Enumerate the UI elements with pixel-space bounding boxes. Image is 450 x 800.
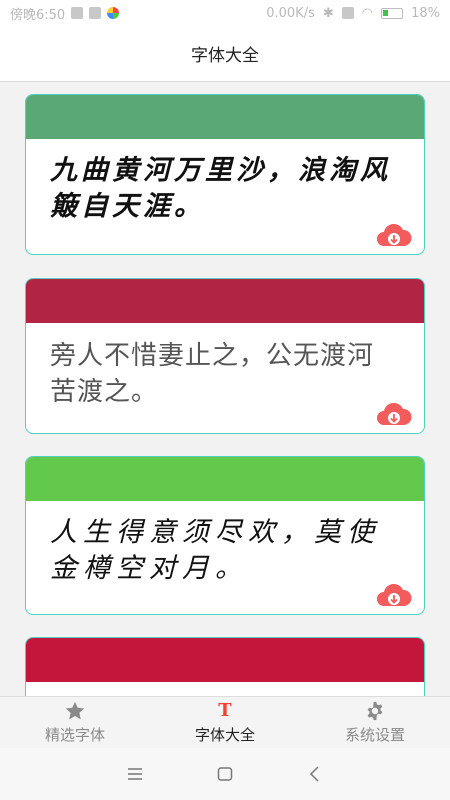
status-time: 傍晚6:50 — [10, 7, 66, 23]
wifi-icon: ◠ — [361, 5, 374, 21]
font-card-header — [26, 95, 424, 139]
gear-icon — [364, 700, 386, 722]
font-list[interactable]: 九曲黄河万里沙，浪淘风簸自天涯。 旁人不惜妻止之，公无渡河苦渡之。 人生得意须尽… — [0, 83, 450, 696]
battery-percent: 18% — [411, 5, 440, 21]
bluetooth-icon: ✱ — [322, 5, 334, 21]
menu-icon[interactable] — [123, 762, 147, 786]
tab-label: 系统设置 — [344, 726, 405, 744]
network-speed: 0.00K/s — [266, 5, 315, 21]
status-bar: 傍晚6:50 0.00K/s ✱ ◠ 18% — [0, 0, 450, 26]
font-card-header — [26, 638, 424, 682]
font-preview-text: 旁人不惜妻止之，公无渡河苦渡之。 — [50, 340, 375, 406]
font-card[interactable]: 九曲黄河万里沙，浪淘风簸自天涯。 — [25, 94, 425, 255]
page-title: 字体大全 — [191, 46, 259, 66]
font-t-icon: T — [218, 700, 232, 721]
bottom-tab-bar: 精选字体 T 字体大全 系统设置 — [0, 696, 450, 748]
tab-font-collection[interactable]: T 字体大全 — [150, 697, 300, 748]
battery-icon — [381, 7, 404, 19]
title-bar: 字体大全 — [0, 26, 450, 82]
cloud-download-icon[interactable] — [376, 403, 412, 427]
tab-featured-fonts[interactable]: 精选字体 — [0, 697, 150, 748]
font-card[interactable]: 人生得意须尽欢，莫使金樽空对月。 — [25, 456, 425, 615]
font-card[interactable] — [25, 637, 425, 696]
font-preview-text: 九曲黄河万里沙，浪淘风簸自天涯。 — [50, 155, 391, 222]
sim-icon — [341, 7, 354, 19]
font-card-header — [26, 457, 424, 501]
home-square-icon[interactable] — [213, 762, 237, 786]
star-icon — [64, 700, 86, 722]
message-icon — [71, 7, 84, 19]
browser-icon — [107, 7, 120, 19]
font-card[interactable]: 旁人不惜妻止之，公无渡河苦渡之。 — [25, 278, 425, 434]
back-chevron-icon[interactable] — [303, 762, 327, 786]
system-nav-bar — [0, 748, 450, 800]
tab-label: 精选字体 — [44, 726, 105, 744]
font-preview-text: 人生得意须尽欢，莫使金樽空对月。 — [50, 517, 380, 584]
tab-system-settings[interactable]: 系统设置 — [300, 697, 450, 748]
app-notification-icon — [89, 7, 102, 19]
font-card-header — [26, 279, 424, 323]
tab-label: 字体大全 — [194, 726, 255, 744]
cloud-download-icon[interactable] — [376, 584, 412, 608]
cloud-download-icon[interactable] — [376, 224, 412, 248]
